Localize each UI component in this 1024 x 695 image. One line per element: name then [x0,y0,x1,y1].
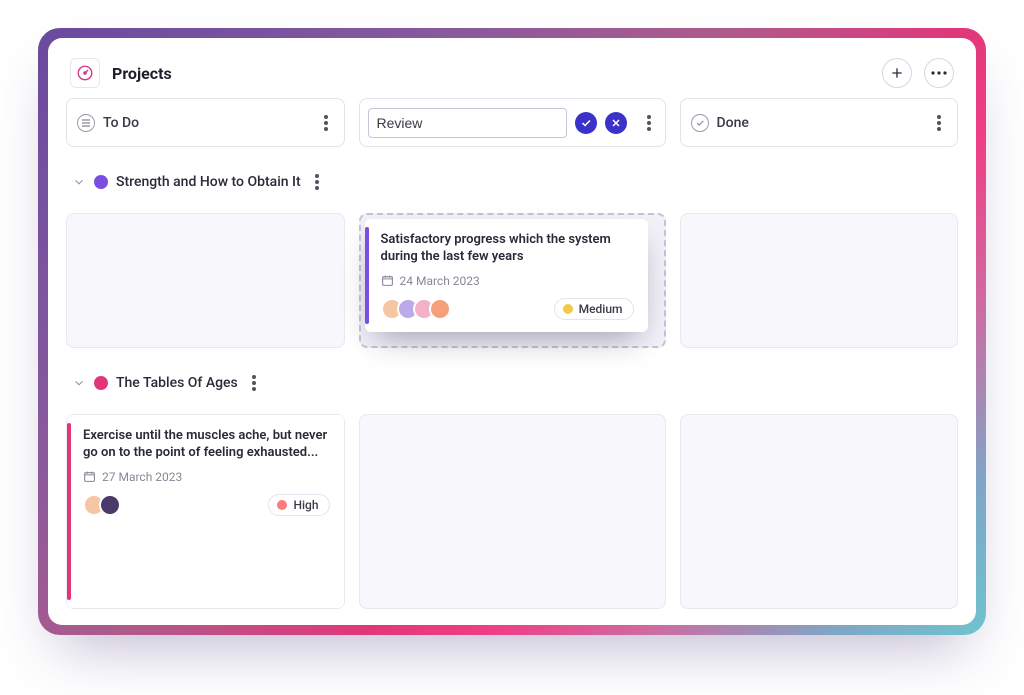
group-color-dot [94,175,108,189]
task-card[interactable]: Exercise until the muscles ache, but nev… [67,415,344,608]
app-logo [70,58,100,88]
more-button[interactable] [924,58,954,88]
cancel-rename-button[interactable] [605,112,627,134]
group-title: Strength and How to Obtain It [116,174,301,190]
ellipsis-icon [931,71,947,75]
group-menu[interactable] [246,375,262,391]
card-title: Satisfactory progress which the system d… [381,231,634,266]
column-title: Done [717,115,924,131]
priority-badge: High [268,494,329,516]
app-surface: Projects To Do [48,38,976,625]
column-header-todo[interactable]: To Do [66,98,345,147]
priority-badge: Medium [554,298,634,320]
list-icon [77,114,95,132]
avatar-stack [83,494,121,516]
kanban-board: To Do Done [66,98,958,609]
add-button[interactable] [882,58,912,88]
group-menu[interactable] [309,174,325,190]
group-header: Strength and How to Obtain It [66,161,958,198]
card-footer: High [83,494,330,516]
priority-label: Medium [579,302,623,316]
board-cell[interactable]: Exercise until the muscles ache, but nev… [66,414,345,609]
gauge-icon [76,64,94,82]
card-footer: Medium [381,298,634,320]
group-header: The Tables Of Ages [66,362,958,399]
task-card[interactable]: Satisfactory progress which the system d… [365,219,648,332]
close-icon [610,117,622,129]
avatar-stack [381,298,451,320]
priority-dot [563,304,573,314]
avatar [99,494,121,516]
check-icon [580,117,592,129]
calendar-icon [381,274,394,287]
column-menu-todo[interactable] [318,115,334,131]
card-date: 24 March 2023 [381,274,634,288]
column-menu-done[interactable] [931,115,947,131]
column-title: To Do [103,115,310,131]
board-cell[interactable] [66,213,345,348]
card-date-text: 27 March 2023 [102,470,182,484]
confirm-rename-button[interactable] [575,112,597,134]
board-cell[interactable] [680,414,959,609]
page-title: Projects [112,64,172,83]
app-frame: Projects To Do [38,28,986,635]
check-circle-icon [691,114,709,132]
group-title: The Tables Of Ages [116,375,238,391]
column-title-input[interactable] [368,108,567,138]
plus-icon [889,65,905,81]
chevron-down-icon[interactable] [72,175,86,189]
priority-dot [277,500,287,510]
avatar [429,298,451,320]
column-header-done[interactable]: Done [680,98,959,147]
calendar-icon [83,470,96,483]
header: Projects [66,54,958,98]
board-cell[interactable] [680,213,959,348]
chevron-down-icon[interactable] [72,376,86,390]
column-header-review [359,98,666,147]
column-menu-review[interactable] [641,115,657,131]
card-date-text: 24 March 2023 [400,274,480,288]
card-date: 27 March 2023 [83,470,330,484]
board-cell[interactable] [359,414,666,609]
group-color-dot [94,376,108,390]
board-cell-dropzone[interactable]: Satisfactory progress which the system d… [359,213,666,348]
priority-label: High [293,498,318,512]
card-title: Exercise until the muscles ache, but nev… [83,427,330,462]
